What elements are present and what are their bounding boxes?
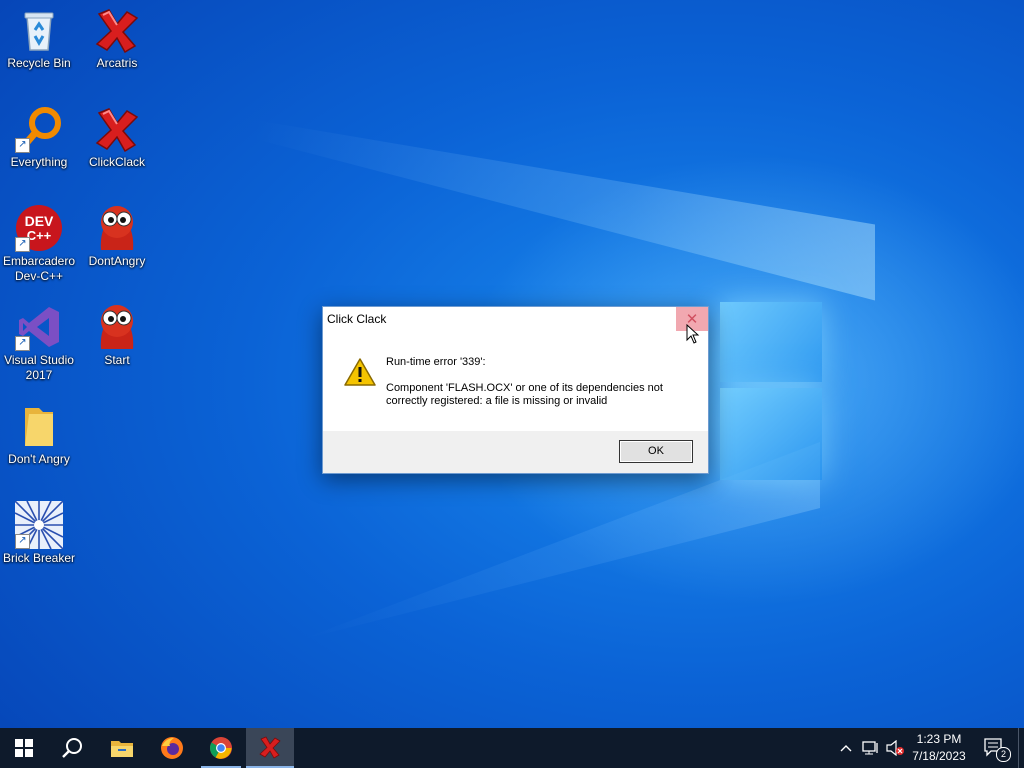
red-x-icon: [93, 105, 141, 153]
desktop-icon-label: Brick Breaker: [2, 551, 76, 565]
taskbar-clock[interactable]: 1:23 PM 7/18/2023: [900, 731, 978, 765]
dialog-titlebar[interactable]: Click Clack ✕: [323, 307, 708, 333]
dialog-footer: OK: [323, 431, 708, 473]
network-icon: [862, 741, 878, 755]
visual-studio-icon: ↗: [15, 303, 63, 351]
light-beam: [255, 120, 875, 301]
desktop-icon-clickclack[interactable]: ClickClack: [78, 99, 156, 170]
search-icon: [62, 738, 82, 758]
firefox-icon: [161, 737, 183, 759]
magnifier-icon: ↗: [15, 105, 63, 153]
svg-text:C++: C++: [27, 228, 52, 243]
desktop-icon-everything[interactable]: ↗ Everything: [0, 99, 78, 170]
chrome-icon: [210, 737, 232, 759]
chevron-up-icon: [840, 745, 852, 752]
folder-icon: [15, 402, 63, 450]
clickclack-icon: [259, 736, 281, 759]
desktop-icon-label: Arcatris: [96, 56, 138, 70]
network-tray-button[interactable]: [860, 728, 882, 768]
warning-icon: [343, 357, 377, 387]
desktop-icon-arcatris[interactable]: Arcatris: [78, 0, 156, 71]
show-hidden-icons-button[interactable]: [838, 728, 854, 768]
dialog-title: Click Clack: [327, 312, 387, 326]
error-code-text: Run-time error '339':: [386, 356, 486, 368]
desktop-icon-dont-angry-folder[interactable]: Don't Angry: [0, 396, 78, 467]
dev-cpp-icon: DEV C++ ↗: [15, 204, 63, 252]
desktop-icon-label: Recycle Bin: [7, 56, 71, 70]
search-button[interactable]: [48, 728, 96, 768]
show-desktop-button[interactable]: [1018, 728, 1024, 768]
desktop-icon-visual-studio[interactable]: ↗ Visual Studio 2017: [0, 297, 78, 383]
desktop-icon-label: Embarcadero Dev-C++: [2, 254, 76, 283]
error-message-text: Component 'FLASH.OCX' or one of its depe…: [386, 382, 663, 407]
action-center-button[interactable]: 2: [980, 728, 1011, 768]
ok-button[interactable]: OK: [619, 440, 693, 463]
desktop-icon-label: Don't Angry: [8, 452, 70, 466]
red-creature-icon: [93, 303, 141, 351]
desktop-icon-label: Start: [104, 353, 130, 367]
clickclack-taskbar-button[interactable]: [246, 728, 294, 768]
desktop-icon-recycle-bin[interactable]: Recycle Bin: [0, 0, 78, 71]
recycle-bin-icon: [15, 6, 63, 54]
desktop-icon-label: DontAngry: [88, 254, 146, 268]
desktop-icon-label: ClickClack: [88, 155, 145, 169]
desktop-icon-brick-breaker[interactable]: ↗ Brick Breaker: [0, 495, 78, 566]
desktop-icon-dontangry[interactable]: DontAngry: [78, 198, 156, 269]
error-dialog: Click Clack ✕ Run-time error '339': Comp…: [322, 306, 709, 474]
clock-date: 7/18/2023: [912, 749, 966, 763]
desktop-icon-start[interactable]: Start: [78, 297, 156, 368]
mouse-cursor-icon: [686, 323, 700, 344]
clock-time: 1:23 PM: [916, 732, 962, 746]
starburst-icon: ↗: [14, 500, 64, 550]
red-creature-icon: [93, 204, 141, 252]
desktop: Recycle Bin Arcatris ↗ Everything ClickC…: [0, 0, 1024, 728]
file-explorer-icon: [111, 741, 133, 757]
desktop-icon-dev-cpp[interactable]: DEV C++ ↗ Embarcadero Dev-C++: [0, 198, 78, 284]
windows-logo-wallpaper: [700, 290, 822, 480]
notification-count-badge: 2: [996, 747, 1011, 762]
red-x-icon: [93, 6, 141, 54]
taskbar: 1:23 PM 7/18/2023 2: [0, 728, 1024, 768]
file-explorer-button[interactable]: [98, 728, 146, 768]
chrome-button[interactable]: [197, 728, 245, 768]
start-button[interactable]: [0, 728, 48, 768]
firefox-button[interactable]: [148, 728, 196, 768]
desktop-icon-label: Everything: [10, 155, 68, 169]
svg-text:DEV: DEV: [25, 213, 54, 229]
start-icon: [15, 739, 33, 757]
desktop-icon-label: Visual Studio 2017: [4, 353, 74, 382]
